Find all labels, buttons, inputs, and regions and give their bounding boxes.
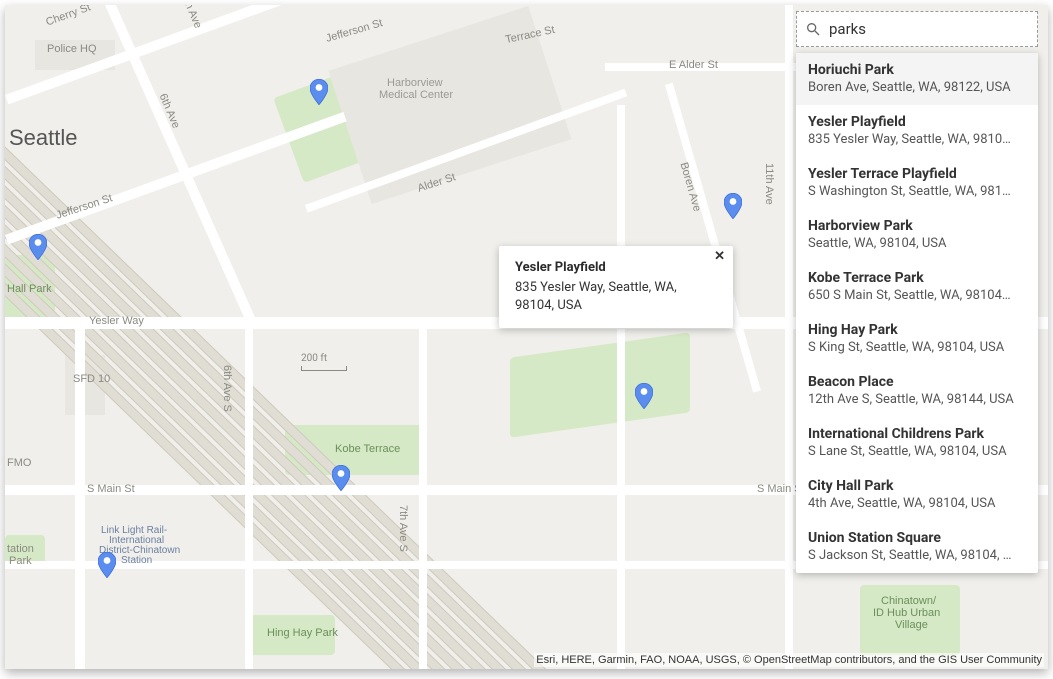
search-result[interactable]: International Childrens Park S Lane St, S… bbox=[796, 417, 1038, 469]
street-label: S Main St bbox=[87, 483, 135, 495]
search-panel: Horiuchi Park Boren Ave, Seattle, WA, 981… bbox=[796, 11, 1038, 573]
result-subtitle: 835 Yesler Way, Seattle, WA, 9810… bbox=[808, 132, 1026, 147]
result-subtitle: S Lane St, Seattle, WA, 98104, USA bbox=[808, 444, 1026, 459]
search-result[interactable]: Kobe Terrace Park 650 S Main St, Seattle,… bbox=[796, 261, 1038, 313]
street-label: 9th Ave bbox=[179, 5, 204, 30]
street-label: Yesler Way bbox=[89, 315, 144, 327]
result-title: Hing Hay Park bbox=[808, 322, 1026, 338]
poi-label: Medical Center bbox=[379, 89, 453, 101]
scale-label: 200 ft bbox=[301, 353, 327, 364]
road bbox=[245, 325, 253, 669]
search-result[interactable]: Harborview Park Seattle, WA, 98104, USA bbox=[796, 209, 1038, 261]
road bbox=[785, 5, 793, 669]
map-marker[interactable] bbox=[332, 465, 350, 491]
popup-close-button[interactable]: ✕ bbox=[714, 250, 725, 263]
street-label: 11th Ave bbox=[763, 163, 775, 205]
poi-label: Hall Park bbox=[7, 283, 52, 295]
poi-label: FMO bbox=[7, 457, 31, 469]
map-marker[interactable] bbox=[724, 193, 742, 219]
street-label: 7th Ave S bbox=[397, 505, 409, 552]
result-title: Union Station Square bbox=[808, 530, 1026, 546]
popup-address: 835 Yesler Way, Seattle, WA, 98104, USA bbox=[515, 279, 717, 314]
result-subtitle: 4th Ave, Seattle, WA, 98104, USA bbox=[808, 496, 1026, 511]
poi-label: Hing Hay Park bbox=[267, 627, 338, 639]
result-title: Harborview Park bbox=[808, 218, 1026, 234]
road bbox=[419, 325, 427, 669]
map-attribution: Esri, HERE, Garmin, FAO, NOAA, USGS, © O… bbox=[534, 653, 1044, 667]
result-title: City Hall Park bbox=[808, 478, 1026, 494]
result-subtitle: S Jackson St, Seattle, WA, 98104, … bbox=[808, 548, 1026, 563]
street-label: 6th Ave S bbox=[221, 365, 233, 412]
poi-label: Police HQ bbox=[47, 43, 97, 55]
result-subtitle: 12th Ave S, Seattle, WA, 98144, USA bbox=[808, 392, 1026, 407]
result-title: Beacon Place bbox=[808, 374, 1026, 390]
poi-label: Station bbox=[121, 555, 152, 566]
search-box[interactable] bbox=[796, 11, 1038, 47]
poi-label: Park bbox=[9, 555, 32, 567]
result-title: Yesler Playfield bbox=[808, 114, 1026, 130]
result-title: Kobe Terrace Park bbox=[808, 270, 1026, 286]
search-result[interactable]: Yesler Terrace Playfield S Washington St,… bbox=[796, 157, 1038, 209]
park-area bbox=[510, 332, 690, 437]
search-result[interactable]: Beacon Place 12th Ave S, Seattle, WA, 981… bbox=[796, 365, 1038, 417]
poi-label: Harborview bbox=[387, 77, 443, 89]
map-marker[interactable] bbox=[635, 383, 653, 409]
result-subtitle: 650 S Main St, Seattle, WA, 98104… bbox=[808, 288, 1026, 303]
result-subtitle: Boren Ave, Seattle, WA, 98122, USA bbox=[808, 80, 1026, 95]
road bbox=[617, 105, 625, 669]
search-result[interactable]: City Hall Park 4th Ave, Seattle, WA, 9810… bbox=[796, 469, 1038, 521]
search-result[interactable]: Union Station Square S Jackson St, Seattl… bbox=[796, 521, 1038, 573]
map-marker[interactable] bbox=[29, 234, 47, 260]
poi-label: Chinatown/ bbox=[881, 595, 936, 607]
result-title: Yesler Terrace Playfield bbox=[808, 166, 1026, 182]
search-input[interactable] bbox=[829, 20, 1029, 38]
search-icon bbox=[805, 21, 821, 37]
search-results: Horiuchi Park Boren Ave, Seattle, WA, 981… bbox=[796, 53, 1038, 573]
result-title: International Childrens Park bbox=[808, 426, 1026, 442]
search-result[interactable]: Yesler Playfield 835 Yesler Way, Seattle,… bbox=[796, 105, 1038, 157]
poi-label: tation bbox=[7, 543, 34, 555]
city-label: Seattle bbox=[9, 125, 78, 151]
search-result[interactable]: Hing Hay Park S King St, Seattle, WA, 981… bbox=[796, 313, 1038, 365]
poi-label: SFD 10 bbox=[73, 373, 110, 385]
map-popup: ✕ Yesler Playfield 835 Yesler Way, Seatt… bbox=[499, 246, 733, 328]
result-subtitle: S Washington St, Seattle, WA, 981… bbox=[808, 184, 1026, 199]
map-marker[interactable] bbox=[98, 552, 116, 578]
street-label: Cherry St bbox=[44, 5, 92, 29]
street-label: Jefferson St bbox=[324, 17, 384, 45]
street-label: E Alder St bbox=[669, 59, 718, 71]
poi-label: Village bbox=[895, 619, 928, 631]
poi-label: Kobe Terrace bbox=[335, 443, 400, 455]
map-app: Seattle Cherry St Jefferson St Terrace S… bbox=[5, 5, 1048, 669]
search-result[interactable]: Horiuchi Park Boren Ave, Seattle, WA, 981… bbox=[796, 53, 1038, 105]
result-title: Horiuchi Park bbox=[808, 62, 1026, 78]
scale-bar: 200 ft bbox=[301, 353, 347, 371]
popup-title: Yesler Playfield bbox=[515, 260, 717, 275]
result-subtitle: Seattle, WA, 98104, USA bbox=[808, 236, 1026, 251]
result-subtitle: S King St, Seattle, WA, 98104, USA bbox=[808, 340, 1026, 355]
poi-label: ID Hub Urban bbox=[873, 607, 940, 619]
map-marker[interactable] bbox=[310, 79, 328, 105]
